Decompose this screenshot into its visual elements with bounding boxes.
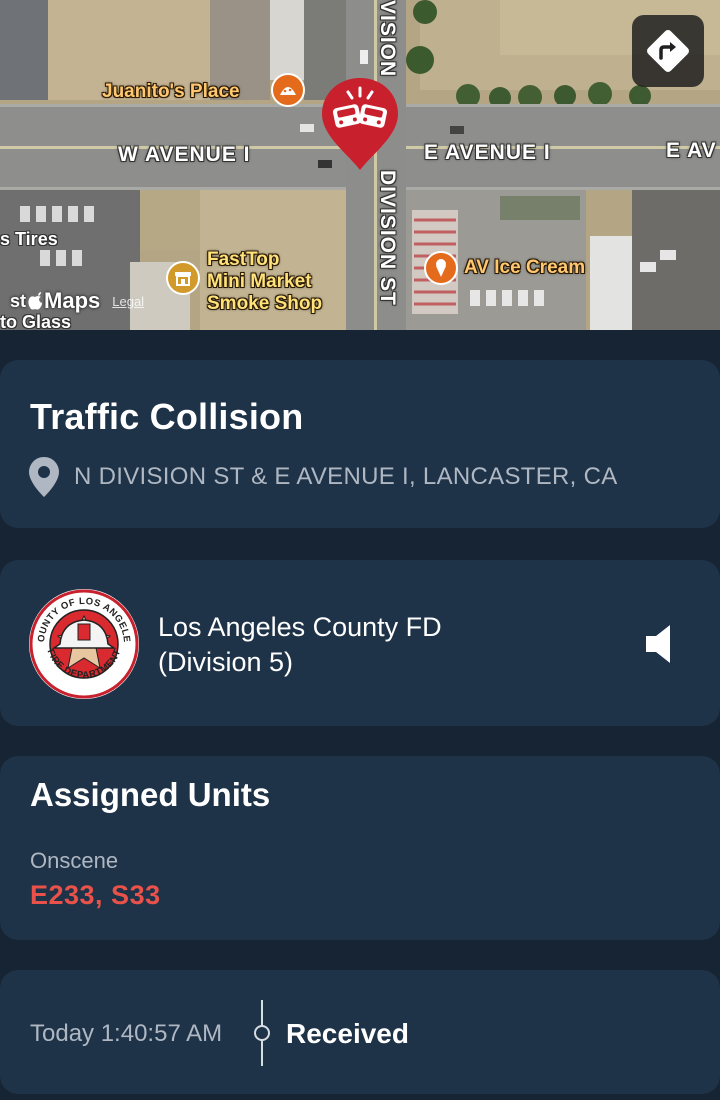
street-label-e-avenue-i: E AVENUE I bbox=[424, 141, 551, 164]
legal-link[interactable]: Legal bbox=[112, 294, 144, 309]
location-pin-icon bbox=[29, 457, 59, 497]
street-label-e-av-edge: E AV bbox=[666, 139, 717, 162]
timeline-timestamp: Today 1:40:57 AM bbox=[30, 1020, 223, 1047]
poi-label-fasttop-line1: FastTop bbox=[207, 249, 280, 270]
maps-wordmark: Maps bbox=[44, 288, 101, 313]
agency-name-line1: Los Angeles County FD bbox=[158, 612, 442, 642]
directions-button[interactable] bbox=[632, 15, 704, 87]
poi-label-fasttop-line3: Smoke Shop bbox=[207, 293, 323, 314]
apple-maps-logo: st Maps bbox=[10, 288, 100, 314]
incident-address: N DIVISION ST & E AVENUE I, LANCASTER, C… bbox=[74, 463, 618, 490]
incident-title: Traffic Collision bbox=[30, 396, 304, 437]
poi-label-av-ice-cream[interactable]: AV Ice Cream bbox=[464, 258, 585, 277]
poi-label-fasttop-line2: Mini Market bbox=[207, 271, 312, 292]
street-label-division-st-top: VISION bbox=[376, 0, 399, 78]
address-row[interactable]: N DIVISION ST & E AVENUE I, LANCASTER, C… bbox=[28, 456, 618, 498]
poi-label-tires[interactable]: s Tires bbox=[0, 230, 58, 248]
incident-map[interactable]: W AVENUE I E AVENUE I E AV VISION DIVISI… bbox=[0, 0, 720, 330]
poi-label-glass[interactable]: to Glass bbox=[0, 313, 71, 330]
fire-department-seal-logo: COUNTY OF LOS ANGELES FIRE DEPARTMENT bbox=[28, 588, 139, 699]
apple-maps-attribution: st Maps Legal bbox=[10, 288, 144, 314]
speaker-icon[interactable] bbox=[642, 622, 678, 666]
st-prefix-label: st bbox=[10, 290, 27, 311]
store-icon[interactable] bbox=[166, 261, 200, 295]
directions-icon bbox=[647, 30, 689, 72]
timeline-card: Today 1:40:57 AM Received bbox=[0, 970, 720, 1094]
timeline-status: Received bbox=[286, 1018, 409, 1049]
street-label-w-avenue-i: W AVENUE I bbox=[118, 143, 251, 166]
unit-status-label: Onscene bbox=[30, 848, 119, 873]
ice-cream-icon[interactable] bbox=[424, 251, 458, 285]
assigned-units-card: Assigned Units Onscene E233, S33 bbox=[0, 756, 720, 940]
street-label-division-st: DIVISION ST bbox=[376, 170, 399, 306]
assigned-units-title: Assigned Units bbox=[30, 776, 271, 813]
poi-label-fasttop[interactable]: FastTop Mini Market Smoke Shop bbox=[207, 249, 322, 315]
agency-name: Los Angeles County FD (Division 5) bbox=[158, 610, 442, 680]
restaurant-icon[interactable] bbox=[271, 73, 305, 107]
apple-logo-icon bbox=[28, 292, 43, 310]
timeline-dot bbox=[254, 1025, 270, 1041]
agency-name-line2: (Division 5) bbox=[158, 647, 294, 677]
unit-list[interactable]: E233, S33 bbox=[30, 880, 161, 911]
incident-card: Traffic Collision N DIVISION ST & E AVEN… bbox=[0, 360, 720, 528]
agency-card: COUNTY OF LOS ANGELES FIRE DEPARTMENT Lo… bbox=[0, 560, 720, 726]
traffic-collision-pin-icon[interactable] bbox=[320, 76, 400, 172]
poi-label-juanitos-place[interactable]: Juanito's Place bbox=[102, 82, 240, 101]
